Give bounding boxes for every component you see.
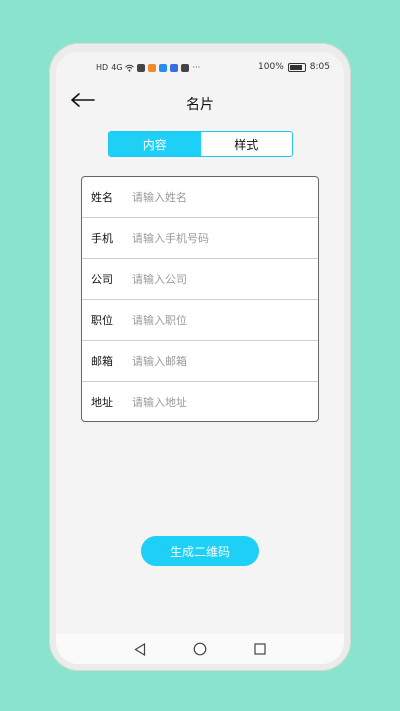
app-notification-icon <box>159 63 168 72</box>
square-recents-icon <box>254 643 266 655</box>
form-row-phone: 手机 <box>82 218 318 259</box>
form-row-company: 公司 <box>82 259 318 300</box>
app-screen: HD 4G ··· 100% 8:05 名片 内容 样式 姓名 请输入姓名 手机… <box>56 52 344 664</box>
hd-indicator: HD <box>96 63 109 72</box>
tab-style[interactable]: 样式 <box>201 132 293 156</box>
signal-text: 4G <box>111 63 123 72</box>
status-icons-right: 100% 8:05 <box>258 62 330 72</box>
business-card-form: 姓名 手机 公司 职位 邮箱 地址 <box>81 176 319 422</box>
email-label: 邮箱 <box>91 355 113 368</box>
battery-icon <box>287 62 306 72</box>
form-row-email: 邮箱 <box>82 341 318 382</box>
clock: 8:05 <box>309 62 330 72</box>
form-row-position: 职位 <box>82 300 318 341</box>
system-nav-bar <box>56 634 344 664</box>
address-input[interactable] <box>132 395 318 409</box>
status-icons-left: HD 4G ··· <box>96 63 200 72</box>
form-row-address: 地址 <box>82 382 318 421</box>
phone-input[interactable] <box>132 231 318 245</box>
battery-percent: 100% <box>258 62 284 72</box>
app-notification-icon <box>181 63 190 72</box>
wifi-icon <box>125 64 135 71</box>
app-notification-icon <box>170 63 179 72</box>
name-input[interactable] <box>132 190 318 204</box>
more-notifications: ··· <box>192 63 201 72</box>
page-title: 名片 <box>186 97 214 113</box>
nav-recents-button[interactable] <box>253 642 267 656</box>
generate-qr-button[interactable]: 生成二维码 <box>141 536 259 566</box>
name-label: 姓名 <box>91 191 113 204</box>
email-input[interactable] <box>132 354 318 368</box>
circle-home-icon <box>193 642 207 656</box>
address-label: 地址 <box>91 396 113 409</box>
phone-label: 手机 <box>91 232 113 245</box>
position-input[interactable] <box>132 313 318 327</box>
nav-home-button[interactable] <box>193 642 207 656</box>
company-label: 公司 <box>91 273 113 286</box>
position-label: 职位 <box>91 314 113 327</box>
segmented-control: 内容 样式 <box>108 131 293 157</box>
company-input[interactable] <box>132 272 318 286</box>
app-notification-icon <box>148 63 157 72</box>
tab-content[interactable]: 内容 <box>109 132 201 156</box>
form-row-name: 姓名 <box>82 177 318 218</box>
app-notification-icon <box>137 63 146 72</box>
nav-back-button[interactable] <box>133 642 147 656</box>
triangle-back-icon <box>134 642 146 656</box>
status-bar: HD 4G ··· 100% 8:05 <box>56 52 344 84</box>
